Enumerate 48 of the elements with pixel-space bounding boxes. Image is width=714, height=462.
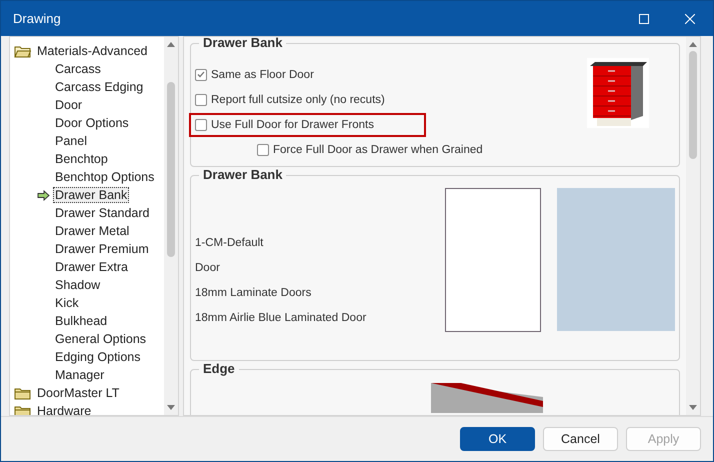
group-title: Edge (199, 361, 239, 376)
checkbox[interactable]: Report full cutsize only (no recuts) (195, 94, 385, 106)
tree-item[interactable]: Benchtop Options (53, 169, 156, 185)
material-label: 18mm Airlie Blue Laminated Door (195, 312, 368, 326)
tree-item[interactable]: Door (53, 97, 84, 113)
tree-item[interactable]: General Options (53, 331, 148, 347)
tree-item[interactable]: Kick (53, 295, 81, 311)
group-title: Drawer Bank (199, 167, 286, 182)
scrollbar[interactable] (686, 37, 700, 415)
material-label: Door (195, 262, 221, 276)
scrollbar[interactable] (164, 37, 178, 415)
scroll-up-icon[interactable] (689, 41, 697, 47)
tree-item[interactable]: Drawer Metal (53, 223, 132, 239)
checkmark-icon (197, 71, 205, 78)
tree-item[interactable]: Materials-Advanced (37, 44, 148, 58)
checkbox[interactable]: Same as Floor Door (195, 68, 314, 80)
tree-item[interactable]: Drawer Premium (53, 241, 151, 257)
tree-item[interactable]: Bulkhead (53, 313, 110, 329)
arrow-icon (36, 190, 50, 200)
tree-item[interactable]: Edging Options (53, 349, 142, 365)
checkbox[interactable]: Force Full Door as Drawer when Grained (257, 144, 483, 156)
dialog-button[interactable]: OK (460, 427, 535, 451)
tree-item[interactable]: Manager (53, 367, 106, 383)
material-label: 1-CM-Default (195, 237, 264, 251)
scroll-thumb[interactable] (167, 82, 175, 257)
group-title: Drawer Bank (199, 37, 286, 50)
tree-item[interactable]: Drawer Bank (53, 187, 130, 203)
material-label: 18mm Laminate Doors (195, 287, 312, 301)
scroll-down-icon[interactable] (689, 405, 697, 411)
close-icon[interactable] (685, 14, 695, 24)
tree-item[interactable]: Benchtop (53, 151, 110, 167)
tree-item[interactable]: DoorMaster LT (37, 386, 120, 400)
tree-item[interactable]: Carcass (53, 61, 103, 77)
tree-item[interactable]: Panel (53, 133, 89, 149)
tree-item[interactable]: Drawer Standard (53, 205, 152, 221)
window-title: Drawing (13, 11, 62, 26)
tree-item[interactable]: Shadow (53, 277, 102, 293)
scroll-down-icon[interactable] (167, 405, 175, 411)
tree-item[interactable]: Hardware (37, 404, 92, 415)
maximize-icon[interactable] (639, 14, 649, 24)
scroll-up-icon[interactable] (167, 41, 175, 47)
tree-item[interactable]: Drawer Extra (53, 259, 130, 275)
scroll-thumb[interactable] (689, 51, 697, 159)
tree-item[interactable]: Door Options (53, 115, 131, 131)
checkbox[interactable]: Use Full Door for Drawer Fronts (191, 114, 424, 134)
dialog-button[interactable]: Cancel (543, 427, 618, 451)
tree-item[interactable]: Carcass Edging (53, 79, 146, 95)
drawer-cabinet-drawing (587, 58, 649, 128)
